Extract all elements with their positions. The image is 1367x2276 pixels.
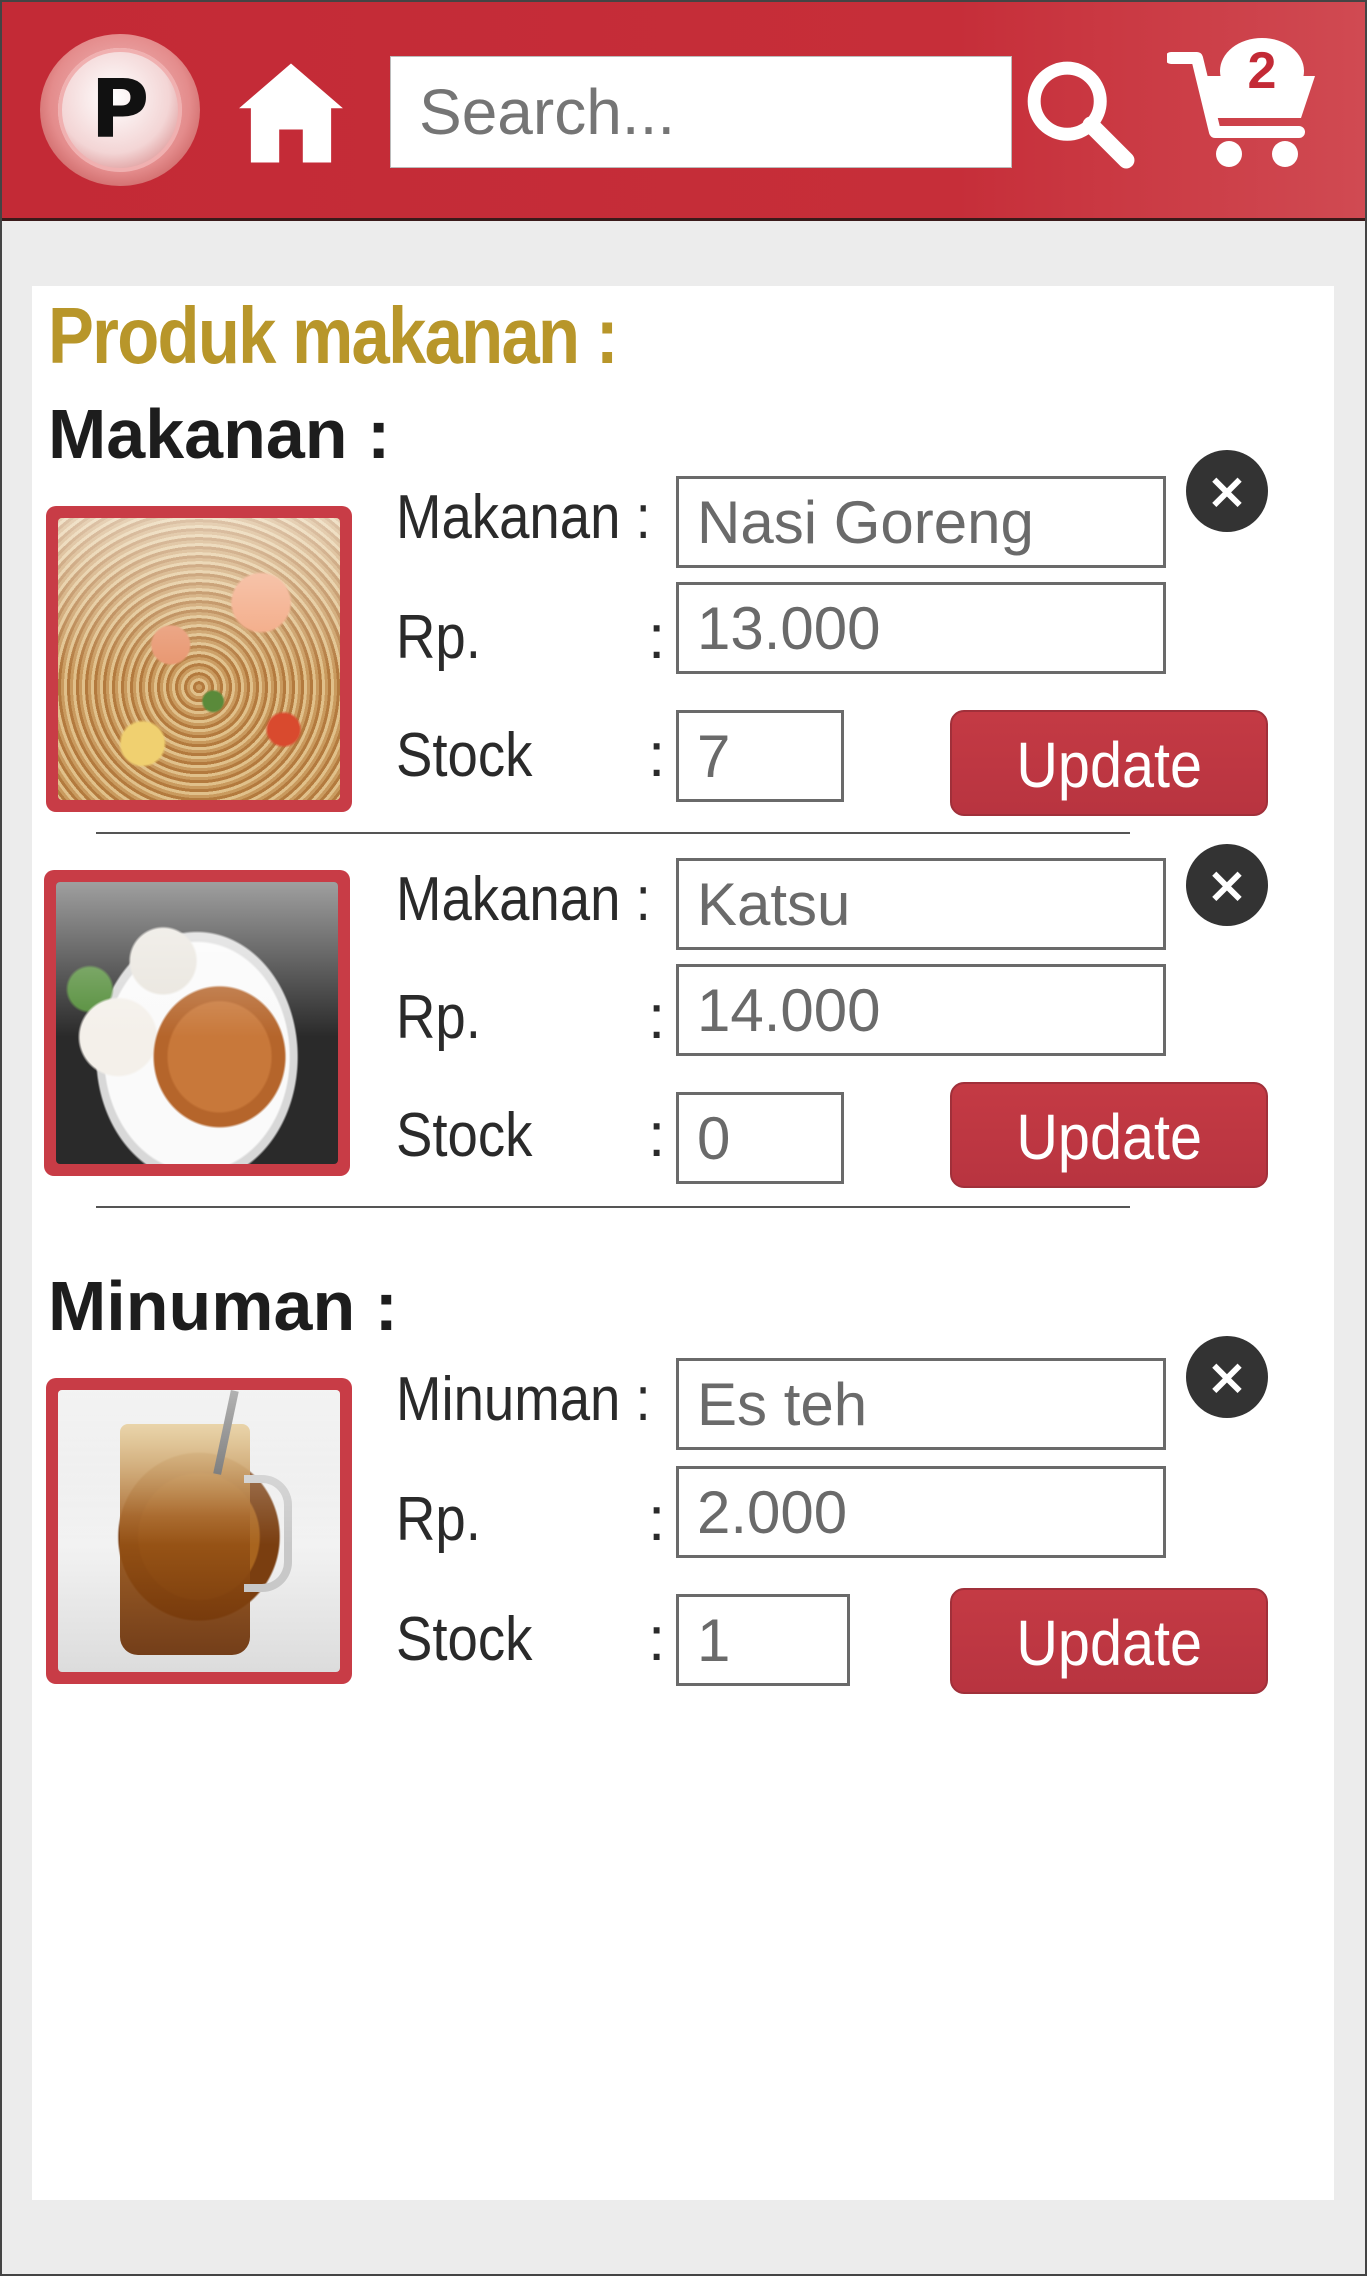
price-label: Rp.	[396, 603, 481, 672]
product-name-field[interactable]	[676, 1358, 1166, 1450]
colon: :	[648, 603, 666, 672]
image-gloss	[58, 1390, 340, 1546]
product-name-field[interactable]	[676, 858, 1166, 950]
colon: :	[648, 983, 666, 1052]
stock-field[interactable]	[676, 1594, 850, 1686]
product-image-nasi-goreng	[46, 506, 352, 812]
update-button[interactable]: Update	[950, 1082, 1268, 1188]
product-image-es-teh	[46, 1378, 352, 1684]
stock-field[interactable]	[676, 1092, 844, 1184]
product-name-input[interactable]	[679, 1361, 1163, 1447]
cart-count-badge: 2	[1220, 38, 1304, 104]
delete-product-button[interactable]: ×	[1186, 844, 1268, 926]
stock-input[interactable]	[679, 1597, 847, 1683]
name-label: Makanan :	[396, 865, 651, 934]
section-heading-makanan: Makanan :	[48, 395, 391, 473]
app-logo[interactable]: P	[40, 34, 200, 186]
stock-input[interactable]	[679, 1095, 841, 1181]
price-input[interactable]	[679, 585, 1163, 671]
page-title: Produk makanan :	[48, 291, 619, 380]
price-label: Rp.	[396, 1485, 481, 1554]
colon: :	[648, 1605, 666, 1674]
update-button-label: Update	[1016, 729, 1202, 801]
search-field[interactable]	[390, 56, 1012, 168]
colon: :	[648, 1101, 666, 1170]
stock-label: Stock	[396, 1101, 533, 1170]
logo-badge: P	[58, 48, 182, 172]
product-name-field[interactable]	[676, 476, 1166, 568]
top-bar: P 2	[2, 2, 1365, 221]
stock-label: Stock	[396, 721, 533, 790]
price-label: Rp.	[396, 983, 481, 1052]
stock-label: Stock	[396, 1605, 533, 1674]
update-button[interactable]: Update	[950, 710, 1268, 816]
update-button-label: Update	[1016, 1607, 1202, 1679]
price-field[interactable]	[676, 964, 1166, 1056]
name-label: Makanan :	[396, 483, 651, 552]
price-input[interactable]	[679, 1469, 1163, 1555]
iced-tea-photo	[58, 1390, 340, 1672]
product-name-input[interactable]	[679, 861, 1163, 947]
home-icon[interactable]	[232, 54, 350, 172]
section-heading-minuman: Minuman :	[48, 1267, 398, 1345]
image-gloss	[58, 518, 340, 674]
fried-rice-photo	[58, 518, 340, 800]
stock-field[interactable]	[676, 710, 844, 802]
product-image-katsu	[44, 870, 350, 1176]
chicken-katsu-photo	[56, 882, 338, 1164]
price-input[interactable]	[679, 967, 1163, 1053]
logo-letter: P	[90, 63, 150, 156]
product-name-input[interactable]	[679, 479, 1163, 565]
stock-input[interactable]	[679, 713, 841, 799]
search-input[interactable]	[391, 57, 1011, 167]
colon: :	[648, 1485, 666, 1554]
name-label: Minuman :	[396, 1365, 651, 1434]
image-gloss	[56, 882, 338, 1038]
delete-product-button[interactable]: ×	[1186, 450, 1268, 532]
item-divider	[96, 1206, 1130, 1208]
delete-product-button[interactable]: ×	[1186, 1336, 1268, 1418]
update-button-label: Update	[1016, 1101, 1202, 1173]
item-divider	[96, 832, 1130, 834]
update-button[interactable]: Update	[950, 1588, 1268, 1694]
price-field[interactable]	[676, 1466, 1166, 1558]
price-field[interactable]	[676, 582, 1166, 674]
search-icon[interactable]	[1020, 54, 1138, 172]
colon: :	[648, 721, 666, 790]
